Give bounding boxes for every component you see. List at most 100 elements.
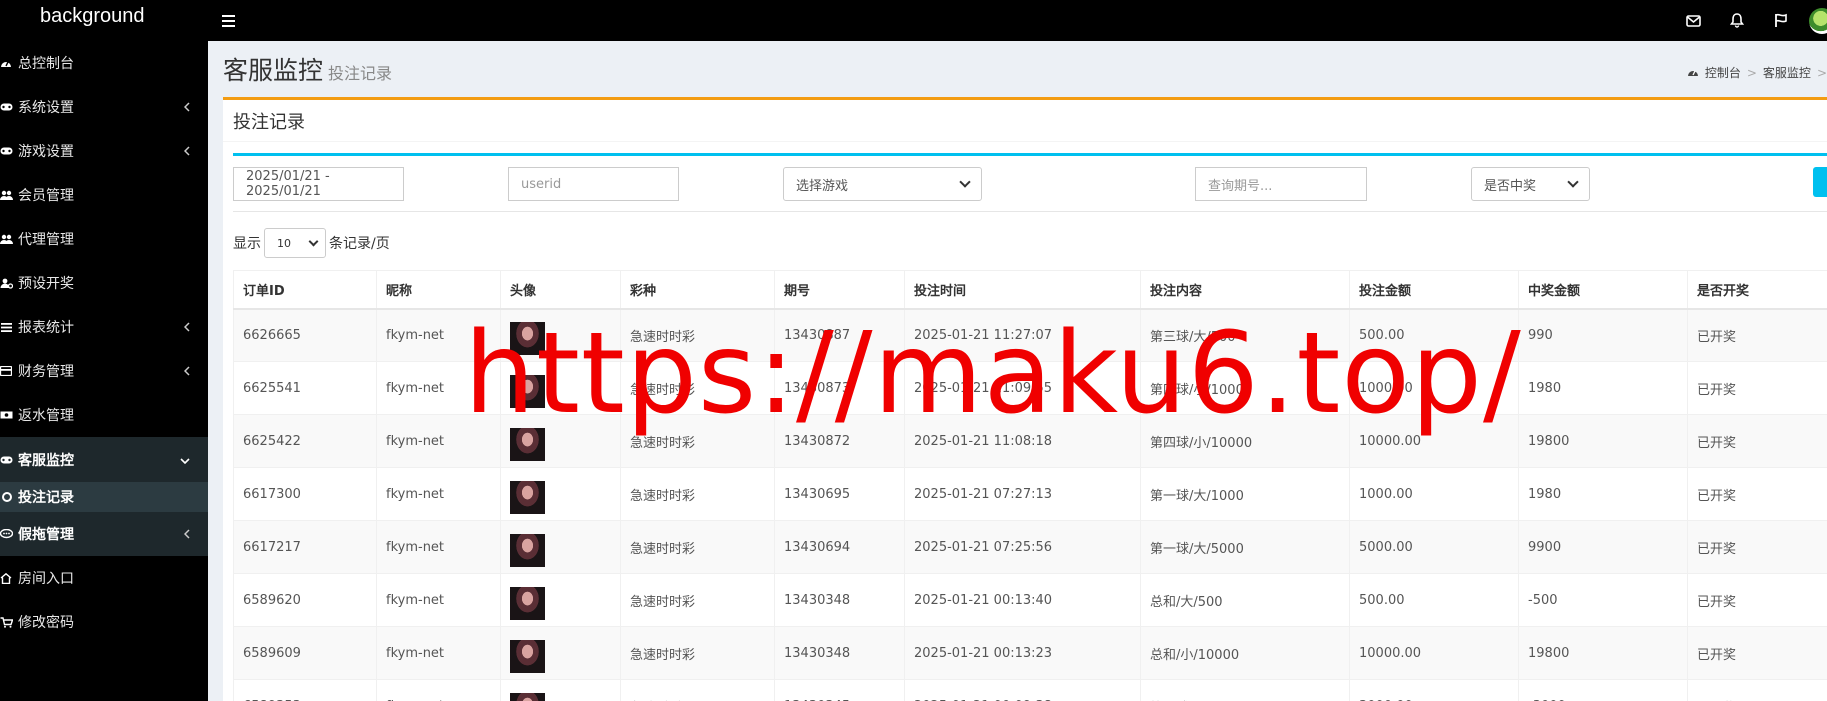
table-row: 6617300 fkym-net 急速时时彩 13430695 2025-01-21 0…	[233, 467, 1827, 521]
table-cell: 已开奖	[1687, 467, 1827, 521]
period-search-input[interactable]: 查询期号...	[1195, 167, 1367, 201]
sidebar-item-dashboard[interactable]: 总控制台	[0, 41, 208, 85]
cart-icon	[0, 616, 14, 628]
table-cell: 990	[1518, 308, 1688, 362]
sidebar-item-room-entry[interactable]: 房间入口	[0, 556, 208, 600]
menu-toggle-icon[interactable]	[222, 11, 242, 31]
table-cell: 6617300	[233, 467, 377, 521]
chevron-left-icon	[183, 364, 190, 380]
users-icon	[0, 190, 14, 200]
sidebar-item-label: 总控制台	[18, 56, 74, 72]
table-cell: 2025-01-21 07:27:13	[904, 467, 1141, 521]
box-title: 投注记录	[223, 100, 1827, 142]
users-icon	[0, 234, 14, 244]
table-cell: 已开奖	[1687, 573, 1827, 627]
table-cell: 19800	[1518, 414, 1688, 468]
chevron-left-icon	[183, 527, 190, 543]
sidebar-subitem-label: 投注记录	[18, 490, 74, 506]
avatar[interactable]	[510, 533, 545, 567]
breadcrumb-home-link[interactable]: 控制台	[1705, 64, 1741, 81]
table-cell: 19800	[1518, 626, 1688, 680]
table-cell: 急速时时彩	[620, 520, 775, 574]
column-header[interactable]: 投注内容	[1140, 270, 1350, 310]
table-cell: 第四球/小/3000	[1140, 679, 1350, 701]
date-range-input[interactable]: 2025/01/21 - 2025/01/21	[233, 167, 404, 201]
table-cell: 急速时时彩	[620, 573, 775, 627]
table-cell: fkym-net	[376, 467, 501, 521]
table-cell: 13430345	[774, 679, 905, 701]
sidebar-item-change-password[interactable]: 修改密码	[0, 600, 208, 644]
sidebar-item-cs-monitor[interactable]: 客服监控	[0, 437, 208, 482]
table-cell: 500.00	[1349, 573, 1519, 627]
sidebar-item-label: 财务管理	[18, 364, 74, 380]
table-cell: 9900	[1518, 520, 1688, 574]
gamepad-icon	[0, 147, 14, 155]
dashboard-icon	[1687, 66, 1699, 80]
watermark-text: https://maku6.top/	[464, 309, 1522, 439]
user-avatar[interactable]	[1809, 7, 1827, 34]
flag-icon[interactable]	[1759, 0, 1803, 41]
card-icon	[0, 366, 14, 376]
gamepad-icon	[0, 103, 14, 111]
search-button[interactable]	[1813, 167, 1827, 197]
table-cell: 13430695	[774, 467, 905, 521]
bell-icon[interactable]	[1715, 0, 1759, 41]
sidebar: 总控制台 系统设置 游戏设置 会员管理 代理管理 预设开奖 报表统计 财务管理 …	[0, 41, 208, 701]
sidebar-item-finance[interactable]: 财务管理	[0, 349, 208, 393]
breadcrumb-current: 客服监控	[1762, 66, 1811, 80]
table-cell: fkym-net	[376, 573, 501, 627]
sidebar-item-fake-bots[interactable]: 假拖管理	[0, 512, 208, 556]
table-cell: 6617217	[233, 520, 377, 574]
show-label: 显示	[233, 236, 261, 252]
chevron-down-icon	[1567, 176, 1579, 188]
page-subtitle: 投注记录	[328, 64, 393, 83]
table-cell: 2025-01-21 00:13:40	[904, 573, 1141, 627]
avatar[interactable]	[510, 480, 545, 514]
sidebar-subitem-bet-records[interactable]: 投注记录	[0, 482, 208, 512]
column-header[interactable]: 期号	[774, 270, 905, 310]
table-cell: 已开奖	[1687, 361, 1827, 415]
list-icon	[0, 322, 14, 332]
column-header[interactable]: 中奖金额	[1518, 270, 1688, 310]
column-header[interactable]: 昵称	[376, 270, 501, 310]
game-select[interactable]: 选择游戏	[783, 167, 982, 201]
circle-icon	[2, 492, 12, 502]
column-header[interactable]: 头像	[500, 270, 621, 310]
sidebar-item-preset-draw[interactable]: 预设开奖	[0, 261, 208, 305]
table-cell: 已开奖	[1687, 626, 1827, 680]
table-cell: 6589609	[233, 626, 377, 680]
avatar[interactable]	[510, 692, 545, 701]
userid-input[interactable]: userid	[508, 167, 679, 201]
table-cell: 急速时时彩	[620, 679, 775, 701]
avatar[interactable]	[510, 586, 545, 620]
filter-bar: 2025/01/21 - 2025/01/21 userid 选择游戏 查询期号…	[233, 153, 1827, 212]
table-cell: 6625541	[233, 361, 377, 415]
table-cell: -500	[1518, 573, 1688, 627]
avatar-cell	[500, 467, 621, 521]
column-header[interactable]: 是否开奖	[1687, 270, 1827, 310]
table-cell: 6589620	[233, 573, 377, 627]
sidebar-item-agents[interactable]: 代理管理	[0, 217, 208, 261]
column-header[interactable]: 订单ID	[233, 270, 377, 310]
column-header[interactable]: 投注时间	[904, 270, 1141, 310]
page-length-value: 10	[277, 236, 291, 250]
sidebar-item-system-settings[interactable]: 系统设置	[0, 85, 208, 129]
table-cell: fkym-net	[376, 520, 501, 574]
brand-logo[interactable]: background	[0, 0, 208, 41]
page-length-select[interactable]: 10	[264, 228, 326, 258]
chevron-left-icon	[183, 144, 190, 160]
win-status-select[interactable]: 是否中奖	[1471, 167, 1590, 201]
envelope-icon[interactable]	[1671, 0, 1715, 41]
page-title: 客服监控	[223, 56, 324, 85]
column-header[interactable]: 彩种	[620, 270, 775, 310]
avatar[interactable]	[510, 639, 545, 673]
table-cell: -3000	[1518, 679, 1688, 701]
sidebar-item-reports[interactable]: 报表统计	[0, 305, 208, 349]
sidebar-item-members[interactable]: 会员管理	[0, 173, 208, 217]
dashboard-icon	[0, 58, 14, 68]
sidebar-item-label: 客服监控	[18, 452, 74, 469]
sidebar-item-rebate[interactable]: 返水管理	[0, 393, 208, 437]
column-header[interactable]: 投注金额	[1349, 270, 1519, 310]
sidebar-item-game-settings[interactable]: 游戏设置	[0, 129, 208, 173]
table-row: 6617217 fkym-net 急速时时彩 13430694 2025-01-21 0…	[233, 520, 1827, 574]
